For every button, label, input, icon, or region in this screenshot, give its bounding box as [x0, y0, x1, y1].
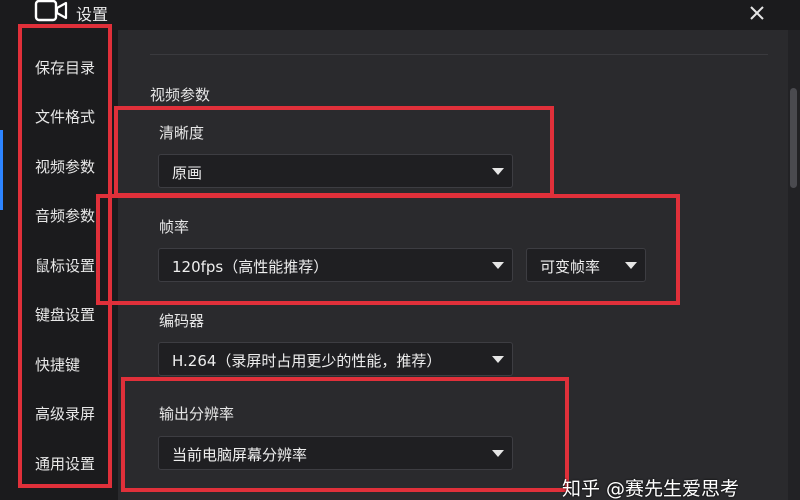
encoder-select-value: H.264（录屏时占用更少的性能，推荐）	[172, 352, 442, 370]
clarity-select[interactable]: 原画	[158, 154, 513, 188]
sidebar-item-general-settings[interactable]: 通用设置	[35, 453, 95, 474]
resolution-label: 输出分辨率	[159, 405, 235, 423]
scrollbar-thumb[interactable]	[790, 88, 797, 188]
sidebar-item-mouse-settings[interactable]: 鼠标设置	[35, 255, 95, 276]
sidebar-item-advanced-recording[interactable]: 高级录屏	[35, 403, 95, 424]
window-edge-accent	[0, 130, 3, 210]
frame-rate-label: 帧率	[159, 218, 190, 236]
close-button[interactable]	[744, 0, 770, 26]
window-title: 设置	[76, 5, 109, 24]
resolution-select[interactable]: 当前电脑屏幕分辨率	[158, 436, 513, 470]
frame-rate-select[interactable]: 120fps（高性能推荐）	[158, 248, 513, 282]
camera-icon	[34, 0, 68, 22]
resolution-select-value: 当前电脑屏幕分辨率	[172, 446, 308, 464]
watermark-text: 知乎 @赛先生爱思考	[562, 478, 740, 500]
sidebar-item-video-params[interactable]: 视频参数	[35, 156, 95, 177]
section-divider	[150, 54, 768, 55]
content-scrollbar[interactable]	[788, 30, 800, 500]
encoder-select[interactable]: H.264（录屏时占用更少的性能，推荐）	[158, 342, 513, 376]
chevron-down-icon	[492, 450, 504, 457]
encoder-label: 编码器	[159, 312, 205, 330]
section-title-video-params: 视频参数	[150, 86, 211, 104]
frame-rate-mode-select[interactable]: 可变帧率	[526, 248, 646, 282]
chevron-down-icon	[492, 168, 504, 175]
clarity-label: 清晰度	[159, 124, 205, 142]
sidebar-item-save-directory[interactable]: 保存目录	[35, 57, 95, 78]
chevron-down-icon	[492, 356, 504, 363]
title-bar: 设置	[0, 0, 800, 30]
sidebar-item-file-format[interactable]: 文件格式	[35, 106, 95, 127]
close-icon	[750, 6, 764, 20]
clarity-select-value: 原画	[172, 164, 203, 182]
sidebar-item-shortcuts[interactable]: 快捷键	[35, 354, 80, 375]
chevron-down-icon	[625, 262, 637, 269]
frame-rate-select-value: 120fps（高性能推荐）	[172, 258, 329, 276]
sidebar-item-keyboard-settings[interactable]: 键盘设置	[35, 304, 95, 325]
frame-rate-mode-value: 可变帧率	[540, 258, 601, 276]
sidebar-item-audio-params[interactable]: 音频参数	[35, 205, 95, 226]
chevron-down-icon	[492, 262, 504, 269]
